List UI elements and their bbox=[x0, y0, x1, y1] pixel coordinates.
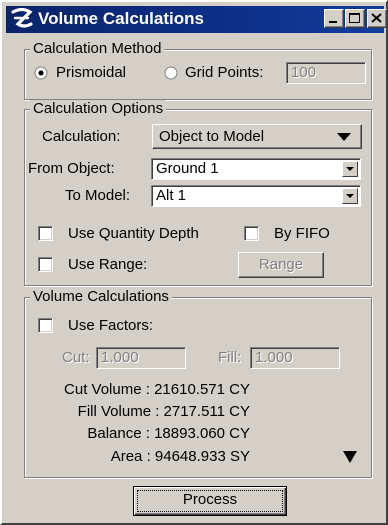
to-model-value: Alt 1 bbox=[156, 187, 187, 204]
cut-factor-label: Cut: bbox=[62, 349, 90, 366]
fill-volume-readout: Fill Volume : 2717.511 CY bbox=[77, 403, 250, 420]
by-fifo-checkbox[interactable] bbox=[244, 226, 259, 241]
process-button-label: Process bbox=[137, 490, 283, 512]
process-button[interactable]: Process bbox=[133, 486, 287, 516]
app-logo-icon bbox=[11, 8, 33, 28]
grid-points-input[interactable]: 100 bbox=[286, 62, 366, 84]
from-object-label: From Object: bbox=[28, 160, 115, 177]
maximize-icon bbox=[349, 13, 360, 23]
dropdown-arrow-icon bbox=[337, 133, 351, 141]
close-button[interactable] bbox=[367, 9, 387, 28]
calculation-options-group: Calculation Options Calculation: Object … bbox=[24, 100, 372, 286]
volume-calculations-dialog: Volume Calculations Calculation Method P… bbox=[0, 0, 388, 525]
grid-points-radio[interactable] bbox=[164, 66, 178, 80]
minimize-icon bbox=[329, 21, 337, 23]
to-model-combo[interactable]: Alt 1 bbox=[151, 185, 361, 207]
calculation-label: Calculation: bbox=[42, 128, 121, 145]
area-readout: Area : 94648.933 SY bbox=[110, 448, 250, 465]
from-object-value: Ground 1 bbox=[156, 160, 219, 177]
calculation-options-label: Calculation Options bbox=[30, 100, 167, 118]
chevron-down-icon[interactable] bbox=[342, 161, 358, 177]
calculation-dropdown-value: Object to Model bbox=[159, 128, 265, 145]
volume-calculations-label: Volume Calculations bbox=[30, 288, 172, 306]
calculation-method-group: Calculation Method Prismoidal Grid Point… bbox=[24, 40, 372, 100]
to-model-label: To Model: bbox=[65, 187, 131, 204]
prismoidal-label: Prismoidal bbox=[56, 64, 127, 81]
use-factors-label: Use Factors: bbox=[68, 317, 154, 334]
cut-volume-readout: Cut Volume : 21610.571 CY bbox=[64, 381, 250, 398]
volume-calculations-group: Volume Calculations Use Factors: Cut: 1.… bbox=[24, 288, 372, 478]
maximize-button[interactable] bbox=[345, 9, 365, 28]
use-range-checkbox[interactable] bbox=[38, 257, 53, 272]
grid-points-label: Grid Points: bbox=[185, 64, 264, 81]
minimize-button[interactable] bbox=[324, 9, 344, 28]
window-title: Volume Calculations bbox=[38, 9, 204, 28]
from-object-combo[interactable]: Ground 1 bbox=[151, 158, 361, 180]
cut-factor-input[interactable]: 1.000 bbox=[96, 347, 186, 369]
calculation-method-label: Calculation Method bbox=[30, 40, 165, 58]
title-bar[interactable]: Volume Calculations bbox=[6, 6, 387, 33]
volume-results: Cut Volume : 21610.571 CY Fill Volume : … bbox=[24, 380, 250, 470]
calculation-dropdown[interactable]: Object to Model bbox=[152, 124, 362, 149]
range-button[interactable]: Range bbox=[238, 252, 324, 278]
fill-factor-label: Fill: bbox=[218, 349, 242, 366]
by-fifo-label: By FIFO bbox=[274, 225, 330, 242]
use-range-label: Use Range: bbox=[68, 256, 148, 273]
expand-arrow-icon[interactable] bbox=[342, 450, 358, 464]
balance-readout: Balance : 18893.060 CY bbox=[87, 425, 250, 442]
chevron-down-icon[interactable] bbox=[342, 188, 358, 204]
use-quantity-depth-label: Use Quantity Depth bbox=[68, 225, 199, 242]
fill-factor-input[interactable]: 1.000 bbox=[250, 347, 340, 369]
use-factors-checkbox[interactable] bbox=[38, 318, 53, 333]
close-icon bbox=[371, 13, 382, 23]
use-quantity-depth-checkbox[interactable] bbox=[38, 226, 53, 241]
prismoidal-radio[interactable] bbox=[34, 66, 48, 80]
